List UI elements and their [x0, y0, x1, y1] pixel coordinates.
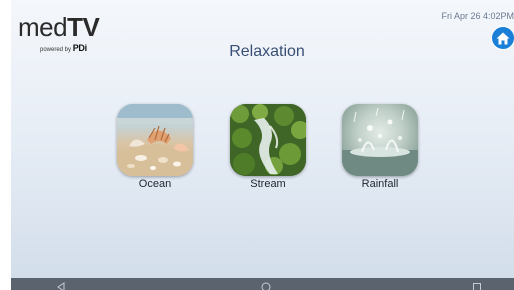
- logo-wordmark: medTV: [18, 14, 118, 40]
- logo-wordmark-light: med: [18, 12, 68, 42]
- tile-label: Stream: [250, 178, 286, 190]
- tile-label: Rainfall: [361, 178, 399, 190]
- android-nav-bar: [11, 278, 514, 290]
- status-datetime: Fri Apr 26 4:02PM: [441, 11, 514, 21]
- back-triangle-icon: [57, 282, 65, 290]
- nav-back-button[interactable]: [51, 279, 71, 290]
- home-circle-icon: [261, 282, 271, 290]
- logo-wordmark-bold: TV: [67, 12, 100, 42]
- rain-droplets-image: [342, 104, 418, 176]
- page-title: Relaxation: [229, 43, 305, 60]
- ocean-shells-image: [117, 104, 193, 176]
- rainfall-illustration: [342, 107, 418, 176]
- home-icon: [496, 32, 510, 44]
- nav-home-button[interactable]: [256, 279, 276, 290]
- mossy-stream-image: [230, 104, 306, 176]
- app-screen: medTV powered by PDi Relaxation Fri Apr …: [11, 0, 514, 278]
- shells-illustration: [117, 104, 193, 176]
- tile-ocean[interactable]: Ocean: [117, 104, 193, 190]
- tile-stream[interactable]: Stream: [230, 104, 306, 190]
- home-button[interactable]: [491, 26, 514, 50]
- tile-rainfall[interactable]: Rainfall: [342, 104, 418, 190]
- recents-square-icon: [473, 283, 481, 290]
- stream-illustration: [230, 104, 306, 176]
- tile-label: Ocean: [138, 178, 172, 190]
- nav-recents-button[interactable]: [467, 279, 487, 290]
